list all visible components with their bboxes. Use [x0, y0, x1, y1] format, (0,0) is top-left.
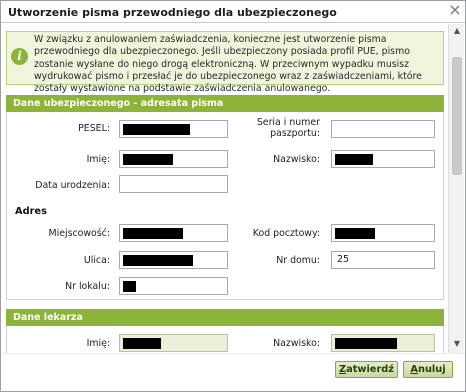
insured-section-title: Dane ubezpieczonego - adresata pisma [13, 98, 224, 109]
redacted-value [123, 255, 193, 266]
last-name-label: Nazwisko: [273, 154, 320, 165]
dialog-title: Utworzenie pisma przewodniego dla ubezpi… [8, 6, 337, 19]
pesel-field[interactable] [119, 120, 228, 138]
close-icon[interactable]: × [447, 2, 463, 20]
postal-code-label: Kod pocztowy: [252, 228, 320, 239]
dialog-window: Utworzenie pisma przewodniego dla ubezpi… [0, 0, 466, 392]
doctor-section-title: Dane lekarza [13, 312, 83, 323]
redacted-value [123, 338, 161, 349]
dialog-content[interactable]: i W związku z anulowaniem zaświadczenia,… [1, 24, 447, 353]
redacted-value [123, 154, 173, 165]
info-icon: i [11, 48, 28, 65]
insured-section-header: Dane ubezpieczonego - adresata pisma [6, 95, 444, 112]
doctor-last-name-field [331, 334, 435, 352]
last-name-field[interactable] [331, 150, 435, 168]
redacted-value [335, 154, 373, 165]
info-box: i W związku z anulowaniem zaświadczenia,… [6, 31, 444, 94]
scrollbar-thumb[interactable] [452, 57, 462, 175]
street-label: Ulica: [83, 255, 110, 266]
insured-section-body [6, 112, 444, 300]
flat-number-field[interactable] [119, 277, 228, 295]
doctor-first-name-field [119, 334, 228, 352]
scroll-up-icon[interactable]: ▲ [449, 24, 465, 38]
vertical-scrollbar[interactable]: ▲ ▼ [448, 24, 464, 353]
house-number-label: Nr domu: [276, 255, 320, 266]
postal-code-field[interactable] [331, 224, 435, 242]
flat-number-label: Nr lokalu: [65, 281, 110, 292]
doctor-section-header: Dane lekarza [6, 309, 444, 326]
confirm-button[interactable]: Zatwierdź [335, 361, 398, 378]
redacted-value [123, 124, 190, 135]
birth-date-field[interactable] [119, 175, 228, 193]
birth-date-label: Data urodzenia: [35, 180, 110, 191]
first-name-field[interactable] [119, 150, 228, 168]
dialog-footer: Zatwierdź Anuluj [1, 353, 465, 391]
house-number-field[interactable]: 25 [331, 251, 435, 269]
dialog-titlebar: Utworzenie pisma przewodniego dla ubezpi… [1, 1, 465, 23]
info-text: W związku z anulowaniem zaświadczenia, k… [34, 34, 422, 95]
series-label-line2: paszportu: [270, 128, 320, 139]
street-field[interactable] [119, 251, 228, 269]
redacted-value [123, 228, 183, 239]
redacted-value [123, 281, 136, 292]
passport-field[interactable] [331, 120, 435, 138]
city-field[interactable] [119, 224, 228, 242]
pesel-label: PESEL: [78, 123, 110, 134]
first-name-label: Imię: [86, 154, 110, 165]
redacted-value [335, 338, 397, 349]
city-label: Miejscowość: [48, 228, 110, 239]
scroll-down-icon[interactable]: ▼ [449, 337, 465, 351]
cancel-button[interactable]: Anuluj [403, 361, 453, 378]
doctor-first-name-label: Imię: [86, 338, 110, 349]
address-subheader: Adres [15, 206, 47, 217]
redacted-value [335, 228, 375, 239]
doctor-last-name-label: Nazwisko: [273, 338, 320, 349]
